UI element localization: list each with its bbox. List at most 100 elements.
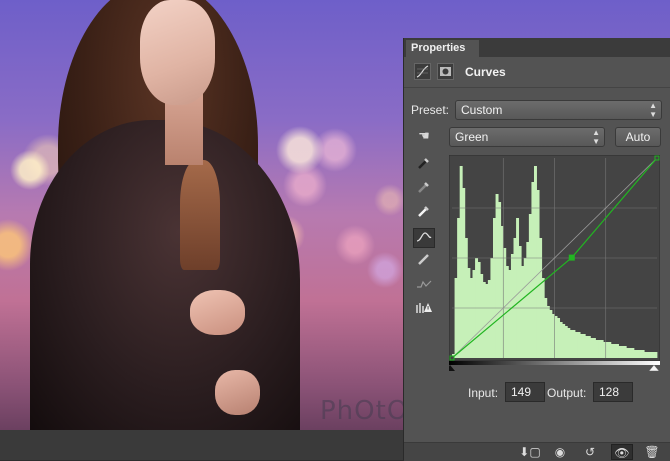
- histogram-bar: [508, 270, 512, 358]
- photo-shirt: [180, 160, 220, 270]
- histogram-bar: [580, 334, 584, 358]
- black-point-slider[interactable]: [449, 365, 455, 371]
- curve-control-point[interactable]: [449, 355, 455, 361]
- preset-label: Preset:: [411, 103, 450, 117]
- input-label: Input:: [468, 386, 499, 400]
- histogram-bar: [598, 340, 602, 358]
- histogram-bar: [498, 202, 502, 358]
- histogram-bar: [564, 326, 568, 358]
- histogram-bar: [539, 238, 543, 358]
- histogram-bar: [521, 266, 525, 358]
- histogram-bar: [582, 334, 586, 358]
- channel-select[interactable]: Green ▲ ▼: [449, 127, 605, 147]
- histogram-bar: [493, 218, 496, 358]
- histogram-bar: [577, 332, 581, 358]
- histogram-bar: [557, 318, 561, 358]
- curves-adjustment-icon[interactable]: [414, 63, 431, 80]
- panel-tab-row: Properties: [404, 38, 670, 57]
- on-image-adjust-icon[interactable]: ☚: [413, 126, 435, 146]
- histogram-bar: [487, 280, 491, 358]
- histogram-bar: [616, 344, 619, 358]
- white-point-slider[interactable]: [648, 364, 660, 371]
- histogram-bar: [644, 352, 648, 358]
- toggle-visibility-icon[interactable]: 👁︎: [611, 444, 633, 460]
- histogram-bar: [495, 194, 499, 358]
- photo-jacket: [30, 120, 300, 430]
- edit-points-curve-icon[interactable]: [413, 228, 435, 248]
- histogram-bar: [595, 340, 599, 358]
- histogram-bar: [526, 242, 530, 358]
- histogram-bar: [569, 330, 573, 358]
- preset-value: Custom: [461, 103, 503, 117]
- histogram-bar: [585, 336, 589, 358]
- histogram-bar: [549, 310, 553, 358]
- histogram-bar: [605, 342, 609, 358]
- histogram-bar: [541, 278, 545, 358]
- histogram-bar: [621, 346, 625, 358]
- histogram-bar: [649, 352, 653, 358]
- updown-arrow-icon: ▲ ▼: [649, 101, 657, 119]
- histogram-bar: [628, 348, 632, 358]
- trash-icon[interactable]: 🗑︎: [641, 444, 663, 460]
- histogram-bar: [544, 298, 548, 358]
- histogram-bar: [469, 278, 473, 358]
- set-gray-point-eyedropper-icon[interactable]: [413, 180, 435, 200]
- curve-control-point[interactable]: [568, 254, 575, 261]
- histogram-bar: [608, 342, 612, 358]
- histogram-bar: [559, 322, 563, 358]
- layer-mask-icon[interactable]: [437, 63, 454, 80]
- smooth-curve-icon[interactable]: [413, 276, 435, 296]
- histogram-bar: [534, 166, 537, 358]
- output-label: Output:: [547, 386, 587, 400]
- clip-to-layer-icon[interactable]: ⬇▢: [519, 444, 541, 460]
- set-white-point-eyedropper-icon[interactable]: [413, 204, 435, 224]
- histogram-bar: [636, 350, 640, 358]
- histogram-bar: [618, 346, 622, 358]
- histogram-bar: [587, 336, 591, 358]
- histogram-bar: [600, 340, 604, 358]
- histogram-bar: [626, 348, 630, 358]
- histogram-bar: [651, 352, 655, 358]
- histogram-bar: [482, 282, 486, 358]
- histogram-bar: [567, 328, 571, 358]
- reset-icon[interactable]: ↺: [579, 444, 601, 460]
- updown-arrow-icon: ▲ ▼: [592, 128, 600, 146]
- histogram-bar: [485, 284, 489, 358]
- auto-button[interactable]: Auto: [615, 127, 661, 147]
- draw-pencil-icon[interactable]: [413, 252, 435, 272]
- histogram-bar: [472, 270, 476, 358]
- histogram-bar: [531, 182, 535, 358]
- photo-hand: [215, 370, 260, 415]
- clipping-warning-icon[interactable]: [413, 300, 435, 320]
- histogram-bar: [454, 278, 458, 358]
- curve-control-point[interactable]: [654, 155, 660, 161]
- histogram-bar: [610, 344, 614, 358]
- histogram-bar: [528, 214, 532, 358]
- photo-face: [140, 0, 215, 105]
- tab-properties[interactable]: Properties: [406, 40, 479, 57]
- set-black-point-eyedropper-icon[interactable]: [413, 156, 435, 176]
- channel-value: Green: [455, 130, 489, 144]
- properties-panel: Properties Curves Preset: Custom ▲ ▼ ☚ Gr…: [403, 38, 670, 461]
- histogram-bar: [562, 324, 566, 358]
- input-field[interactable]: 149: [505, 382, 545, 402]
- canvas-status-bar: [0, 430, 405, 460]
- view-previous-state-icon[interactable]: ◉: [549, 444, 571, 460]
- input-slider-bar[interactable]: [449, 361, 660, 371]
- preset-select[interactable]: Custom ▲ ▼: [455, 100, 662, 120]
- histogram-bar: [503, 248, 507, 358]
- curves-graph[interactable]: [449, 155, 660, 361]
- histogram-bar: [613, 344, 617, 358]
- histogram-bar: [639, 350, 643, 358]
- histogram-bar: [572, 330, 576, 358]
- histogram-bar: [641, 350, 645, 358]
- photo-hand: [190, 290, 245, 335]
- histogram-bar: [546, 306, 550, 358]
- panel-header: Curves: [404, 57, 670, 88]
- histogram-bar: [457, 218, 461, 358]
- output-field[interactable]: 128: [593, 382, 633, 402]
- panel-title: Curves: [465, 65, 506, 79]
- histogram-bar: [575, 332, 578, 358]
- histogram-bar: [462, 188, 466, 358]
- histogram-bar: [554, 316, 558, 358]
